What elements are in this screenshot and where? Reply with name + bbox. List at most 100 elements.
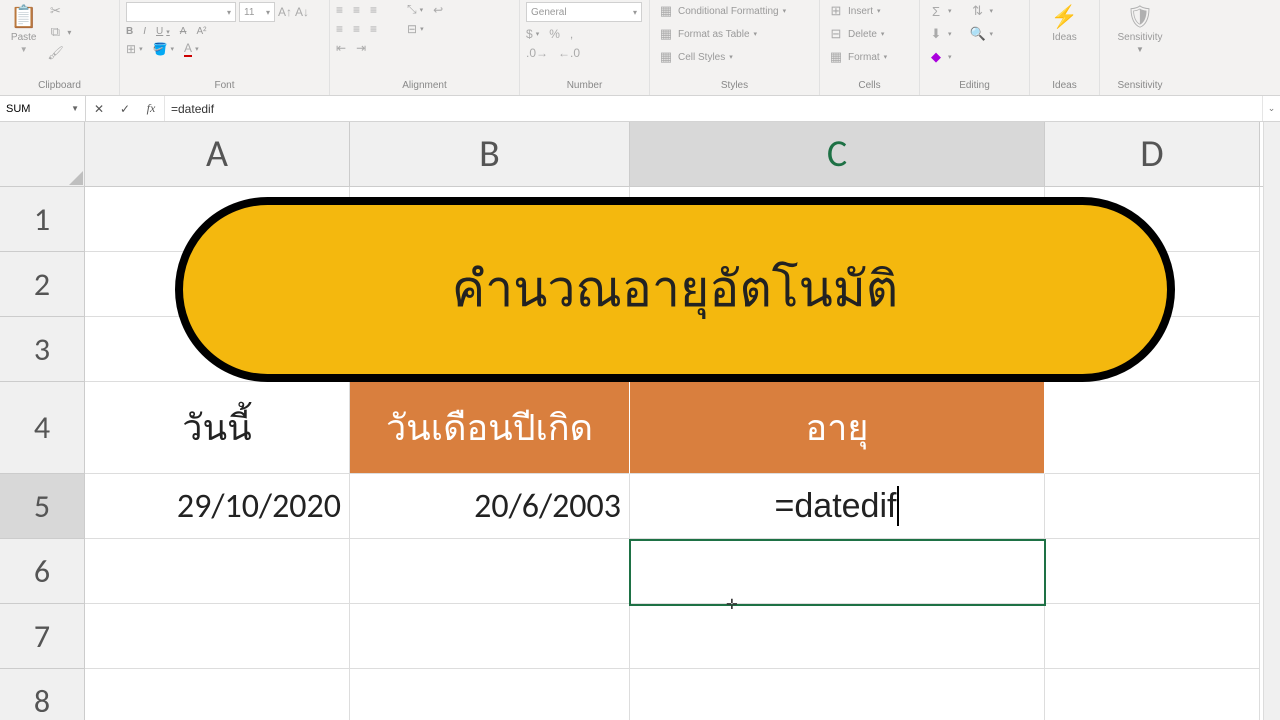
cell-A4[interactable]: วันนี้ (85, 382, 350, 474)
orientation-button[interactable]: ⤡▾ (407, 2, 423, 17)
expand-formula-button[interactable]: ⌄ (1262, 96, 1280, 121)
cell-C5[interactable]: =datedif (630, 474, 1045, 539)
cell-B6[interactable] (350, 539, 630, 604)
cell-A5[interactable]: 29/10/2020 (85, 474, 350, 539)
autosum-button[interactable]: Σ▾ ⇅▾ (926, 2, 1023, 20)
cell-D4[interactable] (1045, 382, 1260, 474)
ribbon-group-clipboard: 📋 Paste ▼ ✂ ⧉▾ 🖌 Clipboard (0, 0, 120, 95)
insert-button[interactable]: ⊞Insert▾ (826, 2, 913, 20)
decrease-indent-button[interactable]: ⇤ (336, 41, 346, 55)
bold-button[interactable]: B (126, 26, 133, 37)
col-header-A[interactable]: A (85, 122, 350, 186)
clipboard-group-label: Clipboard (6, 78, 113, 95)
font-size-dropdown[interactable]: 11▾ (239, 2, 275, 22)
increase-font-button[interactable]: A↑ (278, 2, 292, 22)
cond-format-icon: ▦ (658, 3, 674, 19)
align-top-button[interactable]: ≡ (336, 2, 343, 17)
number-format-dropdown[interactable]: General▾ (526, 2, 642, 22)
row-header-4[interactable]: 4 (0, 382, 85, 474)
row-header-3[interactable]: 3 (0, 317, 85, 382)
copy-button[interactable]: ⧉▾ (45, 23, 73, 41)
col-header-D[interactable]: D (1045, 122, 1260, 186)
percent-button[interactable]: % (549, 27, 560, 41)
cell-D5[interactable] (1045, 474, 1260, 539)
decrease-font-button[interactable]: A↓ (295, 2, 309, 22)
title-shape-overlay[interactable]: คำนวณอายุอัตโนมัติ (175, 197, 1175, 382)
increase-indent-button[interactable]: ⇥ (356, 41, 366, 55)
merge-button[interactable]: ⊟▾ (407, 22, 424, 36)
col-header-B[interactable]: B (350, 122, 630, 186)
column-headers: ABCD (85, 122, 1280, 187)
conditional-formatting-button[interactable]: ▦Conditional Formatting▾ (656, 2, 813, 20)
cells-group-label: Cells (826, 78, 913, 95)
spreadsheet-grid[interactable]: ABCD 12345678 วันนี้วันเดือนปีเกิดอายุ 29… (0, 122, 1280, 720)
cell-C4[interactable]: อายุ (630, 382, 1045, 474)
row-header-6[interactable]: 6 (0, 539, 85, 604)
row-header-8[interactable]: 8 (0, 669, 85, 720)
align-left-button[interactable]: ≡ (336, 22, 343, 36)
cell-styles-button[interactable]: ▦Cell Styles▾ (656, 48, 813, 66)
align-center-button[interactable]: ≡ (353, 22, 360, 36)
format-button[interactable]: ▦Format▾ (826, 48, 913, 66)
cell-D6[interactable] (1045, 539, 1260, 604)
row-headers: 12345678 (0, 187, 85, 720)
row-header-1[interactable]: 1 (0, 187, 85, 252)
enter-formula-button[interactable]: ✓ (112, 102, 138, 116)
clipboard-icon: 📋 (10, 4, 37, 30)
fill-color-button[interactable]: 🪣▾ (153, 41, 174, 57)
row-header-5[interactable]: 5 (0, 474, 85, 539)
format-icon: ▦ (828, 49, 844, 65)
italic-button[interactable]: I (143, 26, 146, 37)
cell-A6[interactable] (85, 539, 350, 604)
accounting-button[interactable]: $▾ (526, 27, 539, 41)
font-color-button[interactable]: A▾ (184, 41, 199, 57)
align-bottom-button[interactable]: ≡ (370, 2, 377, 17)
format-painter-button[interactable]: 🖌 (45, 44, 73, 62)
col-header-C[interactable]: C (630, 122, 1045, 186)
cell-B5[interactable]: 20/6/2003 (350, 474, 630, 539)
align-right-button[interactable]: ≡ (370, 22, 377, 36)
paste-button[interactable]: 📋 Paste ▼ (6, 2, 41, 56)
fx-icon: fx (147, 101, 156, 116)
wrap-text-button[interactable]: ↩ (433, 2, 443, 17)
cell-B4[interactable]: วันเดือนปีเกิด (350, 382, 630, 474)
format-as-table-button[interactable]: ▦Format as Table▾ (656, 25, 813, 43)
name-box-dropdown-icon[interactable]: ▼ (71, 104, 79, 113)
align-middle-button[interactable]: ≡ (353, 2, 360, 17)
insert-icon: ⊞ (828, 3, 844, 19)
borders-button[interactable]: ⊞▾ (126, 41, 143, 57)
font-double-button[interactable]: A² (196, 26, 206, 37)
name-box[interactable]: SUM ▼ (0, 96, 86, 121)
vertical-scrollbar[interactable] (1263, 122, 1280, 720)
cut-button[interactable]: ✂ (45, 2, 73, 20)
ideas-button[interactable]: ⚡ Ideas (1047, 2, 1082, 45)
fill-button[interactable]: ⬇▾ 🔍▾ (926, 25, 1023, 43)
underline-button[interactable]: U▾ (156, 26, 170, 37)
cell-D8[interactable] (1045, 669, 1260, 720)
delete-button[interactable]: ⊟Delete▾ (826, 25, 913, 43)
decrease-decimal-button[interactable]: ←.0 (558, 46, 580, 60)
ribbon-group-sensitivity: 🛡 Sensitivity ▼ Sensitivity (1100, 0, 1180, 95)
cell-D7[interactable] (1045, 604, 1260, 669)
cell-B8[interactable] (350, 669, 630, 720)
cell-B7[interactable] (350, 604, 630, 669)
strikethrough-button[interactable]: A (180, 26, 187, 37)
cancel-formula-button[interactable]: ✕ (86, 102, 112, 116)
fx-button[interactable]: fx (138, 101, 164, 116)
ribbon-group-number: General▾ $▾ % , .0→ ←.0 Number (520, 0, 650, 95)
row-header-7[interactable]: 7 (0, 604, 85, 669)
cell-C6[interactable] (630, 539, 1045, 604)
font-name-dropdown[interactable]: ▾ (126, 2, 236, 22)
increase-decimal-button[interactable]: .0→ (526, 46, 548, 60)
formula-input[interactable]: =datedif (165, 96, 1262, 121)
cell-C7[interactable] (630, 604, 1045, 669)
clear-button[interactable]: ◆▾ (926, 48, 1023, 66)
sensitivity-button[interactable]: 🛡 Sensitivity ▼ (1113, 2, 1166, 56)
comma-button[interactable]: , (570, 27, 573, 41)
cell-C8[interactable] (630, 669, 1045, 720)
find-icon: 🔍 (970, 26, 986, 42)
row-header-2[interactable]: 2 (0, 252, 85, 317)
cell-A7[interactable] (85, 604, 350, 669)
cell-A8[interactable] (85, 669, 350, 720)
select-all-corner[interactable] (0, 122, 85, 187)
